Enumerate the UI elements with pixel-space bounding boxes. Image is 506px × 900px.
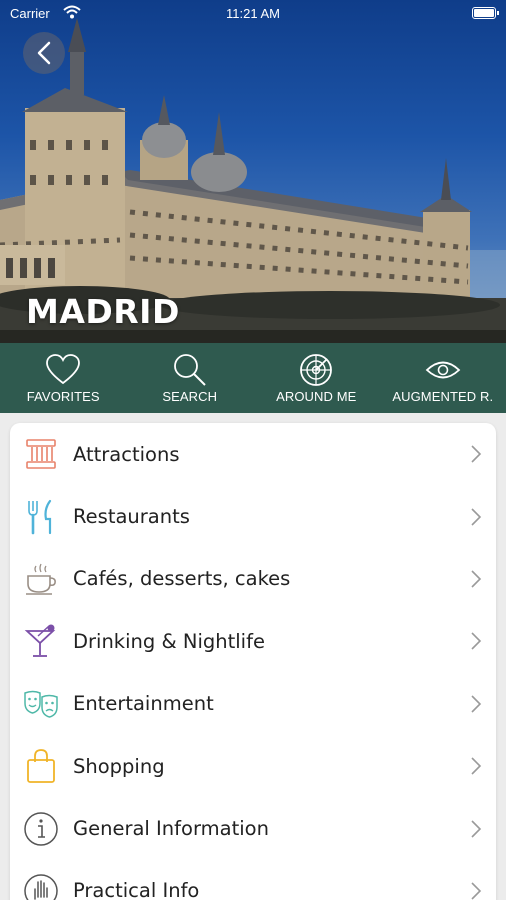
category-attractions[interactable]: Attractions bbox=[10, 423, 496, 485]
status-bar: Carrier 11:21 AM bbox=[0, 0, 506, 28]
category-drinking-nightlife[interactable]: Drinking & Nightlife bbox=[10, 610, 496, 672]
clock: 11:21 AM bbox=[226, 6, 280, 21]
hand-icon bbox=[23, 873, 59, 900]
chevron-left-icon bbox=[37, 41, 51, 65]
coffee-cup-icon bbox=[23, 561, 59, 597]
category-practical-info[interactable]: Practical Info bbox=[10, 860, 496, 900]
back-button[interactable] bbox=[23, 32, 65, 74]
favorites-label: FAVORITES bbox=[26, 389, 100, 404]
search-icon bbox=[173, 354, 206, 386]
chevron-right-icon bbox=[471, 882, 482, 900]
category-label: Drinking & Nightlife bbox=[73, 629, 265, 653]
category-label: Cafés, desserts, cakes bbox=[73, 567, 291, 591]
augmented-reality-button[interactable]: AUGMENTED R. bbox=[380, 343, 506, 413]
category-label: Entertainment bbox=[73, 692, 214, 716]
battery-icon bbox=[472, 7, 499, 19]
shopping-bag-icon bbox=[23, 748, 59, 784]
info-icon bbox=[23, 811, 59, 847]
chevron-right-icon bbox=[471, 695, 482, 713]
eye-icon bbox=[425, 361, 461, 379]
hero-banner: Carrier 11:21 AM MADRID bbox=[0, 0, 506, 343]
category-label: Restaurants bbox=[73, 505, 190, 529]
action-bar: FAVORITES SEARCH AROUND ME AUGMENTED R. bbox=[0, 343, 506, 413]
category-label: Attractions bbox=[73, 442, 180, 466]
category-entertainment[interactable]: Entertainment bbox=[10, 673, 496, 735]
search-label: SEARCH bbox=[162, 389, 218, 404]
category-label: Shopping bbox=[73, 754, 165, 778]
category-cafes[interactable]: Cafés, desserts, cakes bbox=[10, 548, 496, 610]
chevron-right-icon bbox=[471, 445, 482, 463]
cocktail-icon bbox=[23, 623, 59, 659]
chevron-right-icon bbox=[471, 508, 482, 526]
search-button[interactable]: SEARCH bbox=[127, 343, 254, 413]
fork-knife-icon bbox=[23, 499, 59, 535]
heart-icon bbox=[46, 354, 81, 385]
page-title: MADRID bbox=[26, 292, 180, 331]
monument-icon bbox=[23, 436, 59, 472]
around-me-label: AROUND ME bbox=[276, 389, 357, 404]
category-restaurants[interactable]: Restaurants bbox=[10, 485, 496, 547]
chevron-right-icon bbox=[471, 757, 482, 775]
chevron-right-icon bbox=[471, 570, 482, 588]
around-me-button[interactable]: AROUND ME bbox=[253, 343, 380, 413]
category-shopping[interactable]: Shopping bbox=[10, 735, 496, 797]
augmented-reality-label: AUGMENTED R. bbox=[392, 389, 494, 404]
category-label: General Information bbox=[73, 817, 269, 841]
favorites-button[interactable]: FAVORITES bbox=[0, 343, 127, 413]
theater-masks-icon bbox=[23, 686, 59, 722]
chevron-right-icon bbox=[471, 632, 482, 650]
category-general-information[interactable]: General Information bbox=[10, 797, 496, 859]
category-label: Practical Info bbox=[73, 879, 200, 900]
radar-icon bbox=[300, 354, 333, 386]
chevron-right-icon bbox=[471, 819, 482, 838]
category-list: Attractions Restaurants Cafés, desserts,… bbox=[10, 423, 496, 900]
